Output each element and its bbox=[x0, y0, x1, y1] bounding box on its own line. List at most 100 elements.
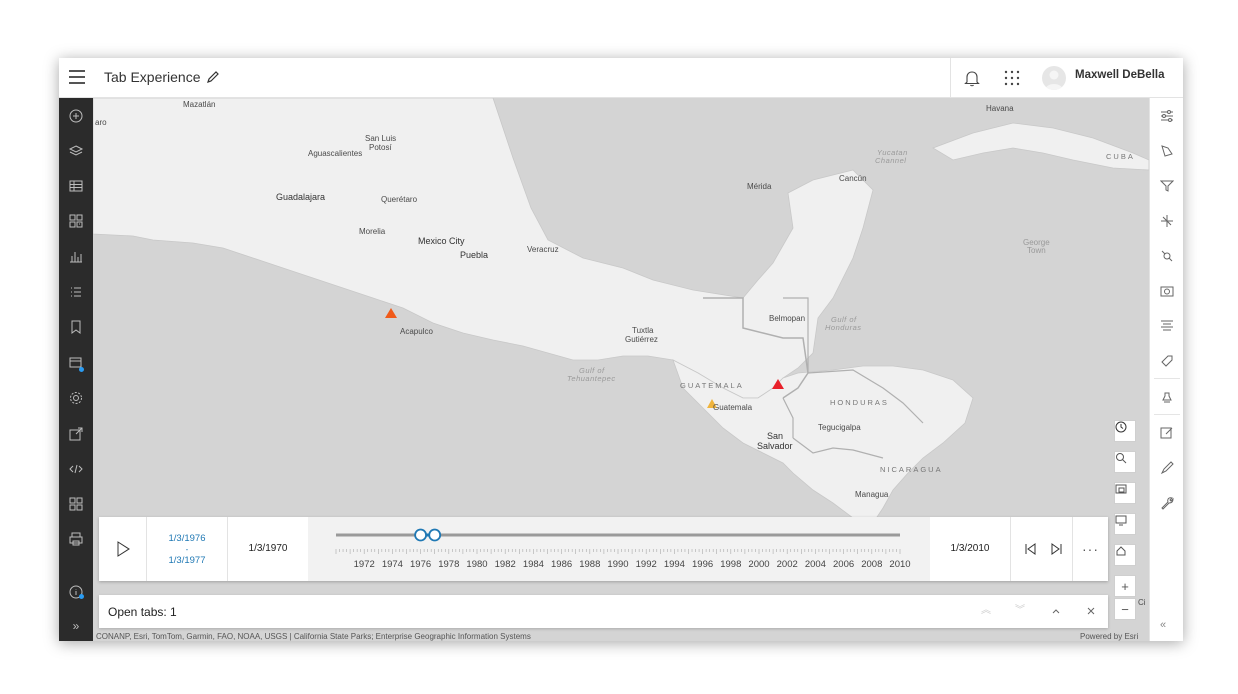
zoom-out-button[interactable]: − bbox=[1114, 598, 1136, 620]
map-label: San bbox=[767, 431, 784, 441]
user-name[interactable]: Maxwell DeBella bbox=[1075, 69, 1164, 81]
time-slider-track[interactable]: 1972 1974 1976 1978 1980 1982 1984 1986 1988 1990… bbox=[308, 517, 930, 581]
map-label: Honduras bbox=[825, 323, 862, 332]
tick-label: 1986 bbox=[551, 559, 572, 570]
collapse-chevrons-icon[interactable]: « bbox=[1160, 619, 1166, 631]
tag-icon[interactable] bbox=[1160, 354, 1174, 368]
pencil-icon[interactable] bbox=[206, 70, 220, 84]
map-label: GUATEMALA bbox=[680, 381, 744, 390]
fullscreen-button[interactable] bbox=[1114, 513, 1136, 535]
tick-label: 1984 bbox=[523, 559, 544, 570]
map-label: Guatemala bbox=[713, 403, 753, 412]
play-button[interactable] bbox=[99, 517, 147, 581]
app-launcher-icon[interactable] bbox=[1004, 70, 1020, 86]
filter-icon[interactable] bbox=[1160, 179, 1174, 193]
bell-icon[interactable] bbox=[964, 69, 980, 87]
camera-icon[interactable] bbox=[1160, 284, 1174, 298]
home-button[interactable] bbox=[1114, 544, 1136, 566]
map-label: Mexico City bbox=[418, 236, 465, 246]
time-slider: 1/3/1976 - 1/3/1977 1/3/1970 1972 1974 197… bbox=[99, 517, 1108, 581]
edit-icon[interactable] bbox=[1160, 426, 1174, 440]
tick-label: 2006 bbox=[833, 559, 854, 570]
basemap-gallery-button[interactable] bbox=[1114, 482, 1136, 504]
add-circle-icon[interactable] bbox=[68, 108, 84, 124]
satellite-icon[interactable] bbox=[1160, 249, 1174, 263]
zoom-in-button[interactable]: + bbox=[1114, 575, 1136, 597]
tick-label: 1998 bbox=[720, 559, 741, 570]
shape-select-icon[interactable] bbox=[1160, 144, 1174, 158]
left-toolbar: » bbox=[59, 98, 93, 641]
bar-chart-icon[interactable] bbox=[68, 248, 84, 264]
open-tabs-label: Open tabs: 1 bbox=[108, 605, 177, 619]
align-icon[interactable] bbox=[1160, 319, 1174, 333]
map-label: Querétaro bbox=[381, 195, 418, 204]
time-slider-button[interactable] bbox=[1114, 420, 1136, 442]
tick-label: 1982 bbox=[495, 559, 516, 570]
chevron-up-icon[interactable] bbox=[1049, 604, 1063, 618]
notification-dot bbox=[79, 594, 84, 599]
tick-label: 1994 bbox=[664, 559, 685, 570]
tick-label: 2002 bbox=[777, 559, 798, 570]
sparkle-icon[interactable] bbox=[1160, 214, 1174, 228]
sliders-icon[interactable] bbox=[1160, 109, 1174, 123]
previous-icon[interactable] bbox=[1024, 543, 1036, 555]
tick-label: 1980 bbox=[466, 559, 487, 570]
step-controls bbox=[1010, 517, 1072, 581]
tick-label: 1996 bbox=[692, 559, 713, 570]
basemap-icon bbox=[1115, 484, 1127, 494]
tick-label: 1990 bbox=[607, 559, 628, 570]
app-window: Tab Experience Maxwell DeBella » Mazatlá… bbox=[59, 58, 1183, 641]
menu-icon[interactable] bbox=[69, 70, 85, 84]
map-label: Puebla bbox=[460, 250, 489, 260]
map-label: Tuxtla bbox=[632, 326, 654, 335]
range-start: 1/3/1976 bbox=[168, 533, 206, 544]
qr-grid-icon[interactable] bbox=[68, 213, 84, 229]
map-label: Belmopan bbox=[769, 314, 806, 323]
powered-by-esri[interactable]: Powered by Esri bbox=[1080, 632, 1138, 641]
acapulco-event-marker[interactable] bbox=[385, 308, 397, 318]
bookmark-icon[interactable] bbox=[68, 319, 84, 335]
list-icon[interactable] bbox=[68, 284, 84, 300]
more-options-button[interactable]: ··· bbox=[1072, 517, 1108, 581]
stamp-icon[interactable] bbox=[1160, 390, 1174, 404]
header-divider bbox=[950, 58, 951, 98]
print-icon[interactable] bbox=[68, 531, 84, 547]
slider-thumb-end[interactable] bbox=[428, 528, 442, 542]
wrench-icon[interactable] bbox=[1160, 496, 1174, 510]
range-separator: - bbox=[185, 545, 189, 554]
monitor-icon bbox=[1115, 515, 1127, 526]
close-icon[interactable] bbox=[1084, 604, 1098, 618]
export-icon[interactable] bbox=[68, 426, 84, 442]
gear-icon[interactable] bbox=[68, 390, 84, 406]
expand-chevrons-icon[interactable]: » bbox=[68, 618, 84, 634]
widgets-icon[interactable] bbox=[68, 496, 84, 512]
double-chevron-up-icon[interactable]: ︽ bbox=[979, 604, 993, 618]
tick-label: 1976 bbox=[410, 559, 431, 570]
sketch-icon[interactable] bbox=[1160, 461, 1174, 475]
map-label: Managua bbox=[855, 490, 889, 499]
code-icon[interactable] bbox=[68, 461, 84, 477]
next-icon[interactable] bbox=[1051, 543, 1063, 555]
tick-label: 2010 bbox=[889, 559, 910, 570]
map-label: Tegucigalpa bbox=[818, 423, 861, 432]
toolbar-divider bbox=[1154, 378, 1180, 379]
range-end: 1/3/1977 bbox=[168, 555, 206, 566]
tab-bar: Open tabs: 1 ︽ ︾ bbox=[99, 595, 1108, 628]
map-attribution: CONANP, Esri, TomTom, Garmin, FAO, NOAA,… bbox=[96, 632, 531, 641]
time-slider-track-area[interactable]: 1972 1974 1976 1978 1980 1982 1984 1986 1988 1990… bbox=[308, 517, 930, 581]
map-label: Potosí bbox=[369, 143, 392, 152]
toolbar-divider bbox=[1154, 414, 1180, 415]
map-label: Guadalajara bbox=[276, 192, 326, 202]
search-button[interactable] bbox=[1114, 451, 1136, 473]
table-icon[interactable] bbox=[68, 178, 84, 194]
map-label: Aguascalientes bbox=[308, 149, 363, 158]
map-label: NICARAGUA bbox=[880, 465, 943, 474]
avatar[interactable] bbox=[1042, 66, 1066, 90]
tick-label: 1988 bbox=[579, 559, 600, 570]
layers-icon[interactable] bbox=[68, 143, 84, 159]
slider-thumb-start[interactable] bbox=[414, 528, 427, 542]
map-label: Salvador bbox=[757, 441, 793, 451]
map-label: Town bbox=[1027, 246, 1046, 255]
double-chevron-down-icon[interactable]: ︾ bbox=[1013, 604, 1027, 618]
map-label: HONDURAS bbox=[830, 398, 889, 407]
